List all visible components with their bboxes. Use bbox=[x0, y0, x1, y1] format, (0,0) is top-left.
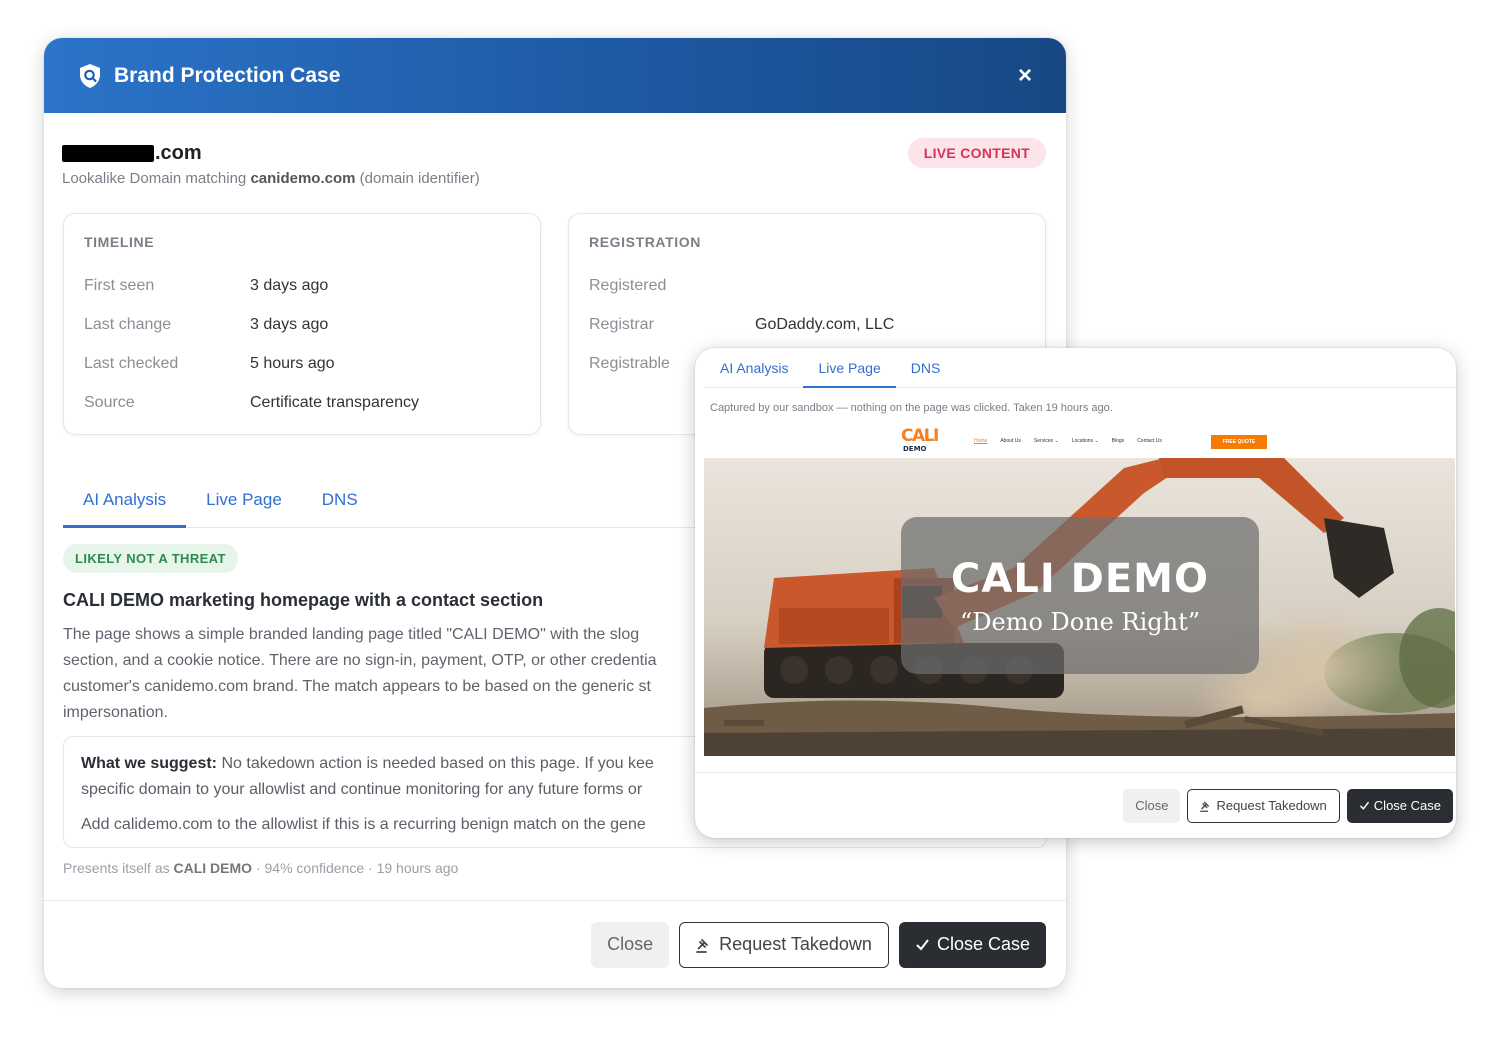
site-nav-link: Home bbox=[974, 438, 988, 444]
timeline-row: First seen 3 days ago bbox=[84, 266, 520, 305]
check-icon bbox=[916, 939, 929, 951]
registration-title: REGISTRATION bbox=[589, 234, 701, 250]
registration-label: Registrar bbox=[589, 315, 654, 333]
site-nav-links: Home About Us Services ⌄ Locations ⌄ Blo… bbox=[974, 438, 1162, 444]
close-icon[interactable]: × bbox=[1018, 62, 1032, 90]
request-takedown-label: Request Takedown bbox=[1216, 798, 1327, 813]
close-button[interactable]: Close bbox=[1123, 788, 1181, 823]
timeline-value: Certificate transparency bbox=[250, 393, 419, 411]
timeline-label: Last checked bbox=[84, 354, 179, 372]
presents-meta: Presents itself as CALI DEMO · 94% confi… bbox=[63, 860, 458, 876]
gavel-icon bbox=[696, 938, 709, 953]
site-nav-link: Services ⌄ bbox=[1033, 438, 1059, 444]
overlay-footer: Close Request Takedown Close Case bbox=[695, 772, 1456, 838]
lookalike-prefix: Lookalike Domain matching bbox=[62, 170, 247, 187]
overlay-tabs: AI Analysis Live Page DNS bbox=[705, 348, 1455, 388]
close-case-label: Close Case bbox=[936, 934, 1030, 954]
site-hero-image: CALI DEMO “Demo Done Right” bbox=[704, 458, 1455, 756]
analysis-body: The page shows a simple branded landing … bbox=[63, 622, 703, 726]
analysis-line: impersonation. bbox=[63, 704, 168, 721]
capture-note: Captured by our sandbox — nothing on the… bbox=[710, 402, 1113, 414]
modal-footer: Close Request Takedown Close Case bbox=[44, 900, 1066, 988]
tab-dns[interactable]: DNS bbox=[302, 478, 378, 528]
live-content-badge: LIVE CONTENT bbox=[907, 138, 1046, 168]
suggestion-label: What we suggest: bbox=[81, 755, 218, 772]
registration-row: Registered bbox=[589, 266, 1025, 305]
site-free-quote-cta: FREE QUOTE bbox=[1211, 435, 1267, 449]
timeline-label: Source bbox=[84, 393, 135, 411]
hero-title: CALI DEMO bbox=[951, 555, 1209, 602]
analysis-title: CALI DEMO marketing homepage with a cont… bbox=[63, 590, 544, 610]
site-logo-bottom: DEMO bbox=[903, 445, 927, 453]
request-takedown-button[interactable]: Request Takedown bbox=[679, 921, 889, 968]
suggestion-text: No takedown action is needed based on th… bbox=[221, 755, 654, 772]
site-nav-link: Contact Us bbox=[1137, 438, 1162, 444]
analysis-tabs: AI Analysis Live Page DNS bbox=[63, 478, 703, 528]
presents-name: CALI DEMO bbox=[173, 860, 253, 876]
domain-row: .com LIVE CONTENT bbox=[62, 138, 1046, 168]
modal-header: Brand Protection Case × bbox=[44, 38, 1066, 113]
redacted-domain bbox=[62, 144, 154, 162]
hero-text-box: CALI DEMO “Demo Done Right” bbox=[901, 517, 1259, 674]
check-icon bbox=[1359, 801, 1369, 810]
presents-prefix: Presents itself as bbox=[63, 860, 170, 876]
close-case-button[interactable]: Close Case bbox=[898, 921, 1046, 968]
timeline-row: Last checked 5 hours ago bbox=[84, 344, 520, 383]
site-logo: CALI DEMO bbox=[901, 426, 939, 454]
timeline-row: Last change 3 days ago bbox=[84, 305, 520, 344]
lookalike-suffix: (domain identifier) bbox=[359, 170, 480, 187]
timeline-value: 3 days ago bbox=[250, 276, 329, 294]
domain-tld: .com bbox=[155, 141, 202, 164]
lookalike-domain: canidemo.com bbox=[250, 170, 356, 187]
analysis-line: section, and a cookie notice. There are … bbox=[63, 652, 657, 669]
hero-subtitle: “Demo Done Right” bbox=[959, 607, 1200, 636]
request-takedown-label: Request Takedown bbox=[719, 934, 872, 954]
close-case-button[interactable]: Close Case bbox=[1346, 788, 1453, 823]
registration-label: Registered bbox=[589, 276, 667, 294]
site-nav-link: Blogs bbox=[1111, 438, 1125, 444]
timeline-title: TIMELINE bbox=[84, 234, 155, 250]
registration-row: Registrar GoDaddy.com, LLC bbox=[589, 305, 1025, 344]
timeline-label: First seen bbox=[84, 276, 155, 294]
screenshot-site-nav: CALI DEMO Home About Us Services ⌄ Locat… bbox=[704, 426, 1455, 458]
timeline-card: TIMELINE First seen 3 days ago Last chang… bbox=[63, 213, 541, 435]
close-case-label: Close Case bbox=[1373, 798, 1441, 813]
close-button[interactable]: Close bbox=[591, 921, 670, 968]
presents-suffix: · 94% confidence · 19 hours ago bbox=[255, 860, 459, 876]
registration-value: GoDaddy.com, LLC bbox=[755, 315, 895, 333]
threat-level-badge: LIKELY NOT A THREAT bbox=[63, 544, 238, 573]
analysis-line: customer's canidemo.com brand. The match… bbox=[63, 678, 651, 695]
site-nav-link: Locations ⌄ bbox=[1071, 438, 1099, 444]
tab-live-page[interactable]: Live Page bbox=[803, 348, 896, 388]
lookalike-description: Lookalike Domain matching canidemo.com (… bbox=[62, 170, 480, 187]
request-takedown-button[interactable]: Request Takedown bbox=[1187, 788, 1340, 823]
timeline-label: Last change bbox=[84, 315, 172, 333]
tab-live-page[interactable]: Live Page bbox=[186, 478, 302, 528]
tab-ai-analysis[interactable]: AI Analysis bbox=[705, 348, 803, 388]
timeline-value: 5 hours ago bbox=[250, 354, 335, 372]
live-page-panel: AI Analysis Live Page DNS Captured by ou… bbox=[695, 348, 1456, 838]
site-logo-top: CALI bbox=[901, 426, 939, 446]
tab-ai-analysis[interactable]: AI Analysis bbox=[63, 478, 187, 528]
tab-dns[interactable]: DNS bbox=[896, 348, 956, 388]
site-nav-link: About Us bbox=[1000, 438, 1021, 444]
timeline-value: 3 days ago bbox=[250, 315, 329, 333]
gavel-icon bbox=[1200, 801, 1210, 812]
timeline-row: Source Certificate transparency bbox=[84, 383, 520, 422]
shield-icon bbox=[80, 63, 100, 88]
analysis-line: The page shows a simple branded landing … bbox=[63, 626, 640, 643]
modal-title: Brand Protection Case bbox=[114, 63, 341, 87]
